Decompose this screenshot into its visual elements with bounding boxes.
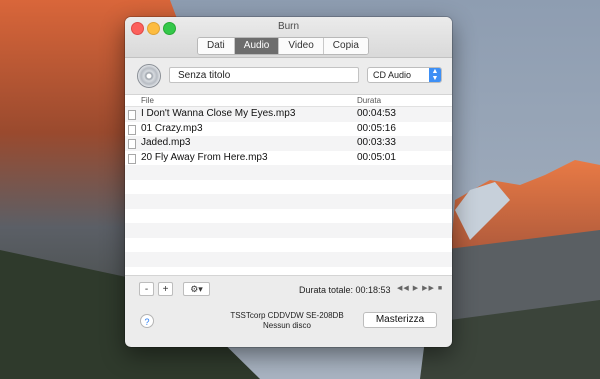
footer: ? TSSTcorp CDDVDW SE-208DB Nessun disco … [125, 307, 452, 347]
column-header-file[interactable]: File [141, 96, 154, 105]
gear-icon: ⚙▾ [190, 284, 203, 294]
audio-file-icon [128, 153, 136, 164]
disc-icon [137, 64, 161, 88]
track-duration: 00:05:01 [357, 151, 396, 163]
empty-row [125, 223, 452, 238]
device-name: TSSTcorp CDDVDW SE-208DB [230, 311, 344, 320]
transport-controls: ◀◀ ▶ ▶▶ ■ [397, 284, 443, 292]
track-table[interactable]: File Durata I Don't Wanna Close My Eyes.… [125, 94, 452, 276]
table-row[interactable]: 20 Fly Away From Here.mp3 00:05:01 [125, 151, 452, 166]
empty-row [125, 209, 452, 224]
tab-bar: Dati Audio Video Copia [197, 37, 369, 55]
audio-file-icon [128, 110, 136, 120]
track-file-name: 20 Fly Away From Here.mp3 [141, 151, 268, 163]
track-duration: 00:03:33 [357, 137, 396, 148]
table-row[interactable]: 01 Crazy.mp3 00:05:16 [125, 122, 452, 137]
fast-forward-icon[interactable]: ▶▶ [422, 285, 435, 292]
table-row[interactable]: I Don't Wanna Close My Eyes.mp3 00:04:53 [125, 107, 452, 122]
disc-type-select[interactable]: CD Audio ▲ ▼ [367, 67, 442, 83]
empty-row [125, 252, 452, 267]
chevron-updown-icon: ▲ ▼ [429, 68, 441, 82]
stop-icon[interactable]: ■ [438, 285, 443, 292]
track-file-name: 01 Crazy.mp3 [141, 122, 203, 134]
column-header-duration[interactable]: Durata [357, 96, 381, 105]
rewind-icon[interactable]: ◀◀ [397, 285, 410, 292]
track-file-name: I Don't Wanna Close My Eyes.mp3 [141, 108, 296, 119]
audio-file-icon [128, 124, 136, 135]
empty-row [125, 238, 452, 253]
empty-row [125, 165, 452, 180]
disc-name-field[interactable]: Senza titolo [169, 67, 359, 83]
play-icon[interactable]: ▶ [413, 285, 419, 292]
audio-file-icon [128, 139, 136, 149]
empty-row [125, 267, 452, 276]
table-rows: I Don't Wanna Close My Eyes.mp3 00:04:53… [125, 107, 452, 276]
table-controls: - + ⚙▾ Durata totale: 00:18:53 ◀◀ ▶ ▶▶ ■ [125, 279, 452, 301]
disc-type-value: CD Audio [373, 70, 412, 80]
track-duration: 00:04:53 [357, 108, 396, 119]
track-duration: 00:05:16 [357, 122, 396, 134]
help-button[interactable]: ? [140, 314, 154, 328]
remove-track-button[interactable]: - [139, 282, 154, 296]
tab-video[interactable]: Video [279, 38, 324, 54]
tab-copia[interactable]: Copia [323, 38, 368, 54]
window-title: Burn [277, 21, 300, 32]
tab-audio[interactable]: Audio [234, 38, 280, 54]
total-duration: Durata totale: 00:18:53 [299, 285, 391, 295]
empty-row [125, 180, 452, 195]
gear-menu-button[interactable]: ⚙▾ [183, 282, 210, 296]
add-track-button[interactable]: + [158, 282, 173, 296]
device-status: Nessun disco [262, 321, 312, 330]
title-bar: Burn Dati Audio Video Copia [125, 17, 452, 58]
track-file-name: Jaded.mp3 [141, 137, 191, 148]
burn-button[interactable]: Masterizza [363, 312, 437, 328]
tab-dati[interactable]: Dati [198, 38, 235, 54]
table-header: File Durata [125, 95, 452, 107]
table-row[interactable]: Jaded.mp3 00:03:33 [125, 136, 452, 151]
disc-header: Senza titolo CD Audio ▲ ▼ [137, 64, 442, 88]
burn-window: Burn Dati Audio Video Copia Senza titolo… [125, 17, 452, 347]
device-info: TSSTcorp CDDVDW SE-208DB Nessun disco [222, 311, 352, 331]
empty-row [125, 194, 452, 209]
